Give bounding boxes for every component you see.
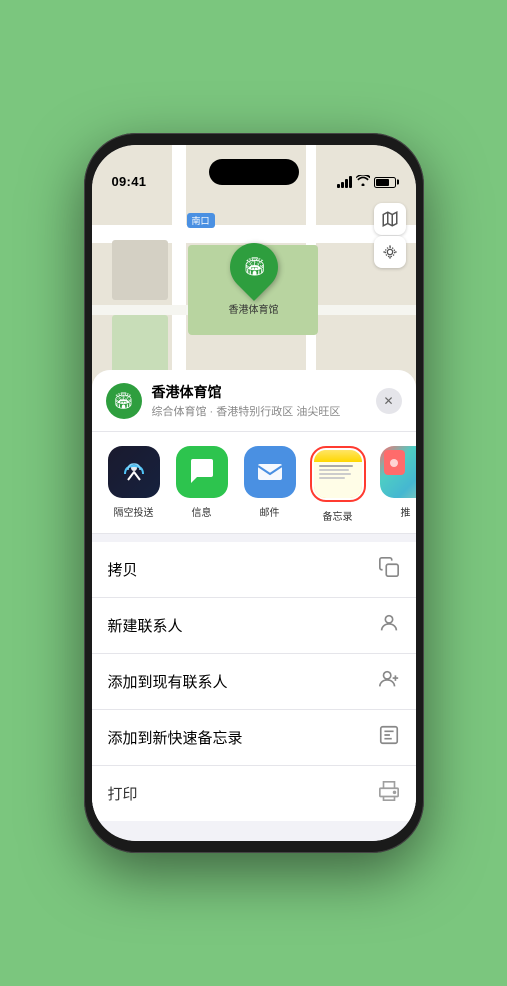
map-type-button[interactable]: [374, 203, 406, 235]
mail-label: 邮件: [260, 504, 280, 519]
more-apps-icon: [380, 446, 416, 498]
copy-icon: [378, 556, 400, 583]
dynamic-island: [209, 159, 299, 185]
bottom-sheet: 🏟 香港体育馆 综合体育馆 · 香港特别行政区 油尖旺区 ✕: [92, 370, 416, 841]
location-card: 🏟 香港体育馆 综合体育馆 · 香港特别行政区 油尖旺区 ✕: [92, 370, 416, 432]
messages-label: 信息: [192, 504, 212, 519]
location-button[interactable]: [374, 236, 406, 268]
action-print-label: 打印: [108, 783, 378, 804]
location-pin: 🏟 香港体育馆: [229, 243, 279, 316]
status-time: 09:41: [112, 174, 147, 189]
signal-icon: [337, 176, 352, 188]
mail-icon: [244, 446, 296, 498]
battery-icon: [374, 177, 396, 188]
notes-icon: [314, 450, 362, 498]
action-new-contact[interactable]: 新建联系人: [92, 598, 416, 654]
status-icons: [337, 175, 396, 189]
location-info: 香港体育馆 综合体育馆 · 香港特别行政区 油尖旺区: [152, 382, 366, 419]
airdrop-label: 隔空投送: [114, 504, 154, 519]
location-name: 香港体育馆: [152, 382, 366, 402]
share-notes[interactable]: 备忘录: [304, 446, 372, 523]
pin-label: 香港体育馆: [229, 301, 279, 316]
notes-label: 备忘录: [323, 508, 353, 523]
wifi-icon: [356, 175, 370, 189]
share-airdrop[interactable]: 隔空投送: [100, 446, 168, 523]
share-messages[interactable]: 信息: [168, 446, 236, 523]
share-mail[interactable]: 邮件: [236, 446, 304, 523]
person-icon: [378, 612, 400, 639]
action-copy-label: 拷贝: [108, 559, 378, 580]
action-print[interactable]: 打印: [92, 766, 416, 821]
print-icon: [378, 780, 400, 807]
map-controls: [374, 203, 406, 268]
location-description: 综合体育馆 · 香港特别行政区 油尖旺区: [152, 403, 366, 419]
messages-icon: [176, 446, 228, 498]
action-list: 拷贝 新建联系人: [92, 542, 416, 821]
share-more[interactable]: 推: [372, 446, 416, 523]
phone-screen: 09:41: [92, 145, 416, 841]
action-add-notes-label: 添加到新快速备忘录: [108, 727, 378, 748]
notes-action-icon: [378, 724, 400, 751]
airdrop-icon: [108, 446, 160, 498]
person-add-icon: [378, 668, 400, 695]
close-button[interactable]: ✕: [376, 388, 402, 414]
action-copy[interactable]: 拷贝: [92, 542, 416, 598]
action-add-existing[interactable]: 添加到现有联系人: [92, 654, 416, 710]
phone-frame: 09:41: [84, 133, 424, 853]
action-add-existing-label: 添加到现有联系人: [108, 671, 378, 692]
action-add-notes[interactable]: 添加到新快速备忘录: [92, 710, 416, 766]
action-new-contact-label: 新建联系人: [108, 615, 378, 636]
map-label: 南口: [187, 213, 215, 228]
location-icon: 🏟: [106, 383, 142, 419]
share-actions-row: 隔空投送 信息: [92, 432, 416, 534]
more-apps-label: 推: [401, 504, 411, 519]
